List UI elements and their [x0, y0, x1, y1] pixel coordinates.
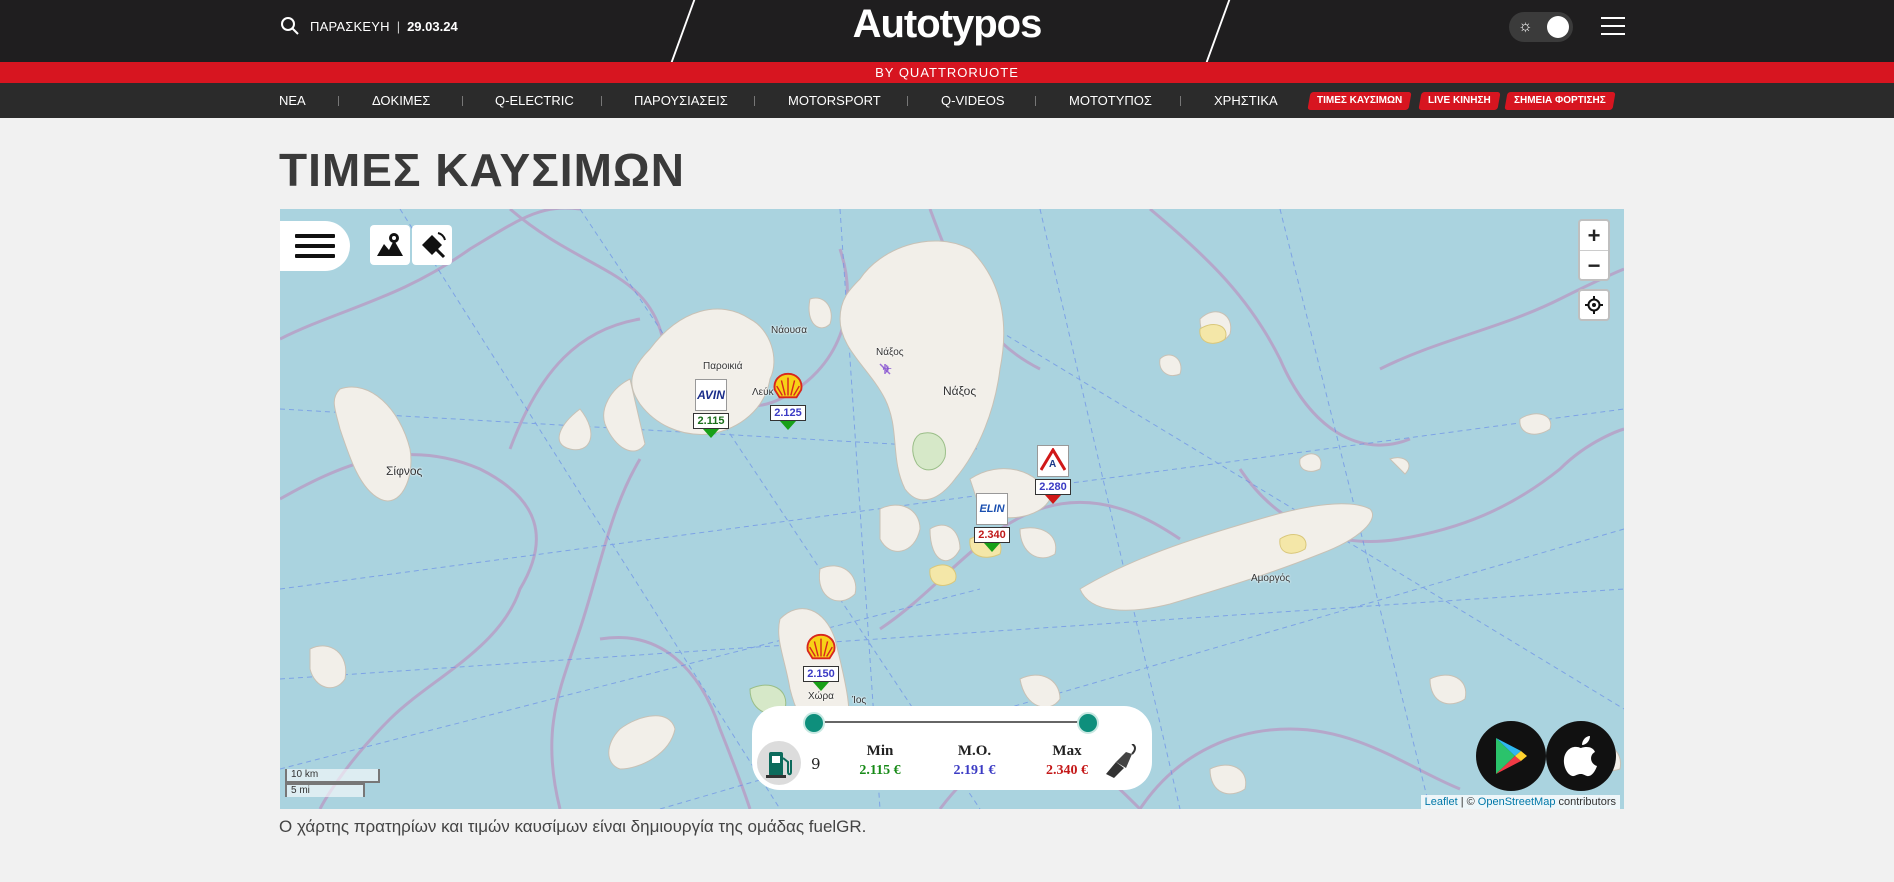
place-label: Νάξος: [943, 384, 977, 398]
min-price-stat: Min 2.115 €: [845, 743, 915, 779]
pill-live-traffic[interactable]: LIVE ΚΙΝΗΣΗ: [1418, 92, 1501, 110]
marker-pin: [780, 421, 796, 430]
scale-mi: 5 mi: [285, 783, 365, 797]
nav-divider: [1035, 96, 1036, 106]
place-label: Αμοργός: [1251, 573, 1291, 584]
shell-logo-icon: [805, 632, 837, 664]
map-layer-icon[interactable]: [370, 225, 410, 265]
fuel-station-icon: [757, 741, 801, 785]
nav-item-nea[interactable]: ΝΕΑ: [279, 83, 306, 118]
avg-price-stat: M.O. 2.191 €: [937, 743, 1012, 779]
elin-logo-icon: ELIN: [976, 493, 1008, 525]
map-menu-button[interactable]: [280, 221, 350, 271]
price-range-min-handle[interactable]: [803, 712, 825, 734]
nav-item-parousiaseis[interactable]: ΠΑΡΟΥΣΙΑΣΕΙΣ: [634, 83, 728, 118]
station-count: 9: [811, 755, 821, 773]
nav-divider: [462, 96, 463, 106]
theme-toggle[interactable]: ☼: [1509, 12, 1573, 42]
station-marker[interactable]: AVIN 2.115: [693, 379, 729, 438]
sun-icon: ☼: [1518, 18, 1533, 35]
station-price: 2.280: [1035, 479, 1071, 495]
max-label: Max: [1052, 743, 1082, 759]
osm-link[interactable]: OpenStreetMap: [1478, 796, 1556, 808]
place-label: Νάουσα: [771, 325, 807, 336]
nav-divider: [907, 96, 908, 106]
max-price-stat: Max 2.340 €: [1032, 743, 1102, 779]
leaflet-link[interactable]: Leaflet: [1425, 796, 1458, 808]
max-value: 2.340 €: [1046, 763, 1088, 778]
page-title: ΤΙΜΕΣ ΚΑΥΣΙΜΩΝ: [279, 144, 686, 196]
attribution-contributors: contributors: [1558, 796, 1616, 808]
station-price: 2.115: [693, 413, 729, 429]
pill-charging-points[interactable]: ΣΗΜΕΙΑ ΦΟΡΤΙΣΗΣ: [1504, 92, 1616, 110]
price-stats-panel: 9 Min 2.115 € M.O. 2.191 € Max 2.340 €: [752, 706, 1152, 790]
nav-divider: [338, 96, 339, 106]
station-marker[interactable]: A 2.280: [1035, 445, 1071, 504]
station-price: 2.340: [974, 527, 1010, 543]
main-menu-button[interactable]: [1601, 17, 1625, 37]
place-label: Σίφνος: [386, 464, 423, 478]
toggle-knob: [1547, 16, 1569, 38]
station-price: 2.150: [803, 666, 839, 682]
place-label: Ίος: [852, 695, 867, 706]
svg-text:A: A: [1049, 459, 1056, 470]
price-range-track: [814, 721, 1088, 723]
avin-logo-icon: AVIN: [695, 379, 727, 411]
nav-item-motorsport[interactable]: MOTORSPORT: [788, 83, 881, 118]
map-scale: 10 km 5 mi: [285, 769, 380, 797]
zoom-out-button[interactable]: −: [1580, 250, 1608, 279]
nav-item-mototypos[interactable]: ΜΟΤΟΤΥΠΟΣ: [1069, 83, 1152, 118]
price-range-max-handle[interactable]: [1077, 712, 1099, 734]
min-label: Min: [866, 743, 894, 759]
top-bar: ΠΑΡΑΣΚΕΥΗ | 29.03.24 Autotypos ☼: [0, 0, 1894, 62]
apple-store-icon[interactable]: [1546, 721, 1616, 791]
shell-logo-icon: [772, 371, 804, 403]
station-marker[interactable]: 2.150: [803, 632, 839, 691]
avg-value: 2.191 €: [953, 763, 996, 778]
nav-item-dokimes[interactable]: ΔΟΚΙΜΕΣ: [372, 83, 430, 118]
eko-logo-icon: A: [1037, 445, 1069, 477]
nav-item-q-electric[interactable]: Q-ELECTRIC: [495, 83, 574, 118]
station-marker[interactable]: ELIN 2.340: [974, 493, 1010, 552]
place-label: Παροικιά: [703, 361, 743, 372]
station-marker[interactable]: 2.125: [770, 371, 806, 430]
svg-text:✈: ✈: [882, 362, 892, 376]
marker-pin: [703, 429, 719, 438]
pill-fuel-prices[interactable]: ΤΙΜΕΣ ΚΑΥΣΙΜΩΝ: [1307, 92, 1412, 110]
locate-me-icon[interactable]: [1578, 289, 1610, 321]
map-attribution: Leaflet | © OpenStreetMap contributors: [1420, 795, 1620, 809]
zoom-control: + −: [1578, 219, 1610, 281]
google-play-icon[interactable]: [1476, 721, 1546, 791]
station-price: 2.125: [770, 405, 806, 421]
scale-km: 10 km: [285, 769, 380, 783]
avg-label: M.O.: [957, 743, 992, 759]
fuel-nozzle-icon[interactable]: [1102, 743, 1138, 783]
satellite-layer-icon[interactable]: [412, 225, 452, 265]
place-label: Νάξος: [876, 347, 904, 358]
marker-pin: [984, 543, 1000, 552]
nav-item-xrhstika[interactable]: ΧΡΗΣΤΙΚΑ: [1214, 83, 1278, 118]
marker-pin: [813, 682, 829, 691]
attribution-separator: | ©: [1460, 796, 1475, 808]
nav-divider: [1180, 96, 1181, 106]
nav-item-q-videos[interactable]: Q-VIDEOS: [941, 83, 1005, 118]
tagline-bar: BY QUATTRORUOTE: [0, 62, 1894, 83]
min-value: 2.115 €: [859, 763, 901, 778]
nav-divider: [601, 96, 602, 106]
main-nav: ΝΕΑ ΔΟΚΙΜΕΣ Q-ELECTRIC ΠΑΡΟΥΣΙΑΣΕΙΣ MOTO…: [0, 83, 1894, 118]
place-label: Χώρα: [808, 691, 834, 702]
nav-divider: [754, 96, 755, 106]
marker-pin: [1045, 495, 1061, 504]
fuel-map[interactable]: ✈ Σίφνος Νάουσα Παροικιά Λεύκ Νάξος Νάξο…: [280, 209, 1624, 809]
map-caption: Ο χάρτης πρατηρίων και τιμών καυσίμων εί…: [279, 817, 867, 836]
zoom-in-button[interactable]: +: [1580, 221, 1608, 250]
